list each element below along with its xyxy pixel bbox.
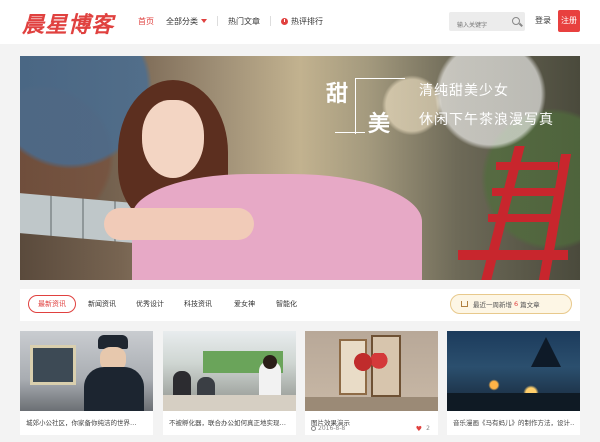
- article-card[interactable]: 不被孵化器，联合办公如何真正地实现…: [163, 331, 296, 435]
- banner-subheadline: 休闲下午茶浪漫写真: [419, 112, 554, 128]
- article-date-text: 2016-8-8: [318, 425, 346, 432]
- tab-design[interactable]: 优秀设计: [136, 299, 164, 309]
- weekly-new-suffix: 篇文章: [520, 301, 540, 309]
- heart-icon[interactable]: ♥: [416, 425, 422, 433]
- tab-smart[interactable]: 智能化: [276, 299, 297, 309]
- banner-frame-line: [355, 78, 405, 79]
- article-likes: 2: [426, 425, 430, 432]
- tab-goddess[interactable]: 爱女神: [234, 299, 255, 309]
- banner-char-1: 甜: [326, 82, 349, 107]
- article-title[interactable]: 不被孵化器，联合办公如何真正地实现…: [169, 417, 291, 427]
- main-nav: 首页 全部分类 热门文章 热评排行: [138, 14, 335, 28]
- category-tabs: 最新资讯 新闻资讯 优秀设计 科技资讯 爱女神 智能化 最近一周新增 6 篇文章: [20, 289, 580, 321]
- article-date: 2016-8-8: [311, 425, 345, 432]
- banner-red-chair: [458, 146, 574, 280]
- hot-icon: [281, 17, 288, 25]
- banner-frame-line: [355, 78, 356, 134]
- search-box: [449, 12, 525, 35]
- weekly-new-prefix: 最近一周新增: [473, 301, 512, 309]
- nav-divider: [217, 16, 218, 26]
- search-input[interactable]: [449, 16, 509, 35]
- chevron-down-icon: [201, 19, 207, 23]
- article-thumbnail[interactable]: [20, 331, 153, 411]
- login-link[interactable]: 登录: [535, 15, 551, 26]
- article-thumbnail[interactable]: [305, 331, 438, 411]
- banner-model-face: [142, 100, 204, 178]
- weekly-new-count: 6: [514, 300, 519, 308]
- nav-item-home[interactable]: 首页: [138, 14, 154, 28]
- nav-item-label: 热评排行: [291, 16, 323, 26]
- article-title[interactable]: 城郊小公社区，你家备你纯洁的世界…: [26, 417, 148, 427]
- banner-frame-line: [335, 132, 365, 133]
- banner-model-arm: [104, 208, 254, 240]
- header: 晨星博客 首页 全部分类 热门文章 热评排行 登录 注册: [0, 0, 600, 44]
- tab-news[interactable]: 新闻资讯: [88, 299, 116, 309]
- site-logo[interactable]: 晨星博客: [22, 7, 114, 39]
- nav-item-comment-ranking[interactable]: 热评排行: [281, 14, 323, 28]
- weekly-new-badge: 最近一周新增 6 篇文章: [450, 294, 572, 314]
- clock-icon: [311, 426, 316, 431]
- nav-item-label: 全部分类: [166, 16, 198, 26]
- cup-icon: [461, 301, 468, 307]
- nav-divider: [270, 16, 271, 26]
- article-thumbnail[interactable]: [163, 331, 296, 411]
- tab-tech[interactable]: 科技资讯: [184, 299, 212, 309]
- article-card[interactable]: 音乐漫画《马有蚂儿》的制作方法，设计…: [447, 331, 580, 435]
- article-thumbnail[interactable]: [447, 331, 580, 411]
- article-card[interactable]: 城郊小公社区，你家备你纯洁的世界…: [20, 331, 153, 435]
- hero-banner[interactable]: 甜 美 清纯甜美少女 休闲下午茶浪漫写真: [20, 56, 580, 280]
- article-title[interactable]: 音乐漫画《马有蚂儿》的制作方法，设计…: [453, 417, 575, 427]
- banner-headline: 清纯甜美少女: [419, 83, 509, 99]
- nav-item-all-categories[interactable]: 全部分类: [166, 14, 207, 28]
- banner-char-2: 美: [368, 112, 391, 137]
- tab-latest[interactable]: 最新资讯: [28, 295, 76, 313]
- nav-item-popular[interactable]: 热门文章: [228, 14, 260, 28]
- page: 晨星博客 首页 全部分类 热门文章 热评排行 登录 注册: [0, 0, 600, 442]
- article-card[interactable]: 图片效果演示 2016-8-8 ♥ 2: [305, 331, 438, 435]
- nav-item-label: 热门文章: [228, 16, 260, 26]
- register-button[interactable]: 注册: [558, 10, 580, 32]
- search-icon[interactable]: [512, 17, 520, 25]
- nav-item-label: 首页: [138, 16, 154, 26]
